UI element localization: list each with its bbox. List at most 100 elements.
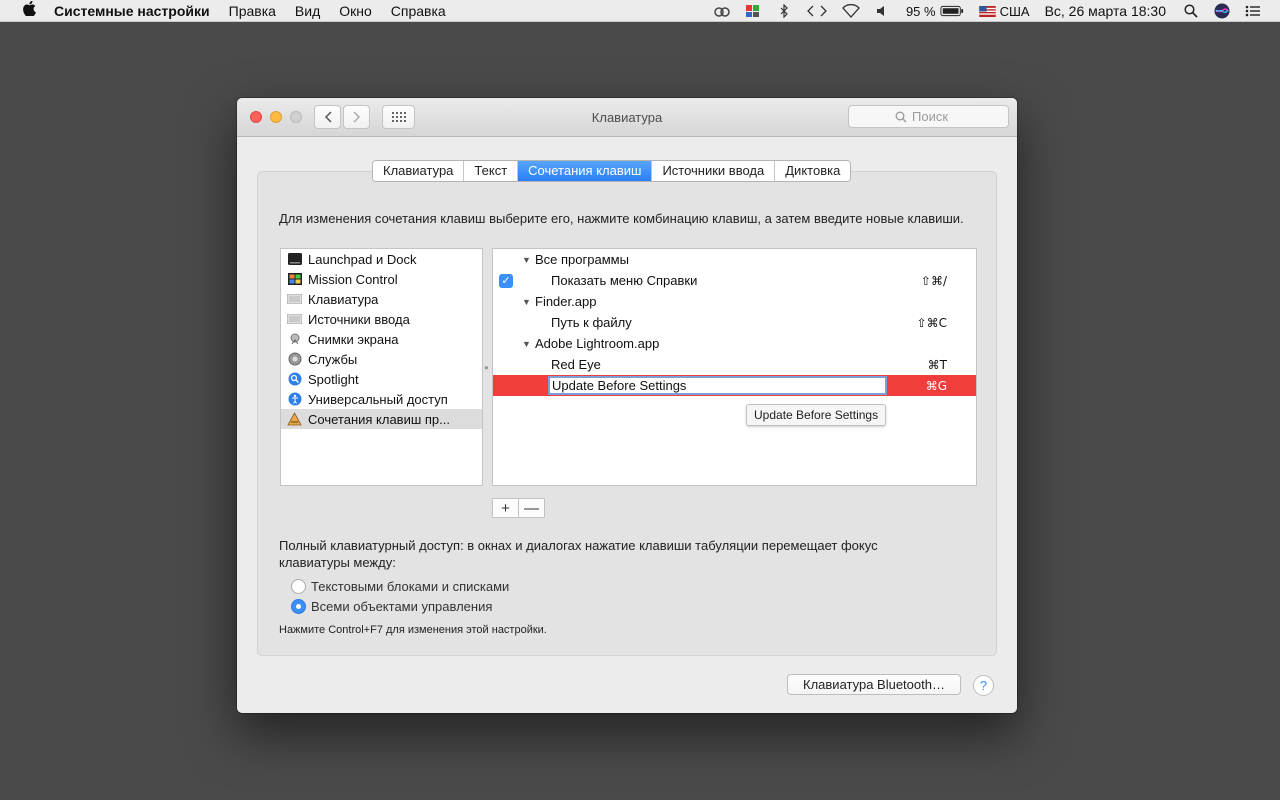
menu-app-name[interactable]: Системные настройки [54,3,210,19]
bluetooth-keyboard-button[interactable]: Клавиатура Bluetooth… [787,674,961,695]
menu-bar: Системные настройки Правка Вид Окно Спра… [0,0,1280,22]
menu-help[interactable]: Справка [391,3,446,19]
creative-cloud-icon[interactable] [714,4,730,18]
siri-icon[interactable] [1214,3,1230,19]
tooltip: Update Before Settings [746,404,887,426]
category-label: Универсальный доступ [308,391,448,407]
color-sync-icon[interactable] [745,4,761,18]
category-services[interactable]: Службы [281,349,482,369]
shortcut-group-all-apps[interactable]: ▼ Все программы [493,249,976,270]
shortcut-row-red-eye[interactable]: Red Eye ⌘T [493,354,976,375]
category-label: Launchpad и Dock [308,251,417,267]
menu-window[interactable]: Окно [339,3,372,19]
menu-edit[interactable]: Правка [229,3,276,19]
input-source[interactable]: США [978,3,1030,19]
help-button[interactable]: ? [973,675,994,696]
spotlight-icon [287,372,302,387]
category-spotlight[interactable]: Spotlight [281,369,482,389]
keyboard-icon [287,292,302,307]
category-label: Снимки экрана [308,331,399,347]
app-shortcuts-icon [287,412,302,427]
title-bar: Клавиатура [237,98,1017,137]
radio-button[interactable] [291,578,306,594]
shortcut-group-finder[interactable]: ▼ Finder.app [493,291,976,312]
tab-text[interactable]: Текст [464,161,519,181]
category-mission-control[interactable]: Mission Control [281,269,482,289]
radio-all-controls[interactable]: Всеми объектами управления [291,597,492,615]
radio-text-boxes-lists[interactable]: Текстовыми блоками и списками [291,577,509,595]
category-list[interactable]: Launchpad и Dock Mission Control Клавиат… [280,248,483,486]
tab-input-sources[interactable]: Источники ввода [652,161,776,181]
remove-shortcut-button[interactable]: — [518,498,545,518]
accessibility-icon [287,392,302,407]
volume-icon[interactable] [875,4,891,18]
category-label: Клавиатура [308,291,379,307]
tab-keyboard[interactable]: Клавиатура [373,161,465,181]
search-icon [895,111,907,122]
disclosure-triangle-icon[interactable]: ▼ [522,339,531,349]
clock[interactable]: Вс, 26 марта 18:30 [1045,3,1166,19]
category-label: Mission Control [308,271,398,287]
battery-percent: 95 % [905,3,936,19]
keyboard-preferences-window: Клавиатура Клавиатура Текст Сочетания кл… [237,98,1017,713]
wifi-icon[interactable] [842,4,860,18]
shortcut-label: Red Eye [551,357,601,372]
category-label: Сочетания клавиш пр... [308,411,450,427]
category-label: Службы [308,351,358,367]
shortcut-row-update-before-settings[interactable]: ⌘G [493,375,976,396]
category-label: Spotlight [308,371,359,387]
category-app-shortcuts[interactable]: Сочетания клавиш пр... [281,409,482,429]
gear-icon [287,352,302,367]
group-label: Adobe Lightroom.app [535,336,660,351]
group-label: Finder.app [535,294,597,309]
instructions-text: Для изменения сочетания клавиш выберите … [279,211,964,226]
disclosure-triangle-icon[interactable]: ▼ [522,255,531,265]
apple-menu-icon[interactable] [18,0,40,20]
shortcut-keys[interactable]: ⌘G [926,379,947,393]
tab-dictation[interactable]: Диктовка [775,161,851,181]
splitter-handle[interactable]: ● [484,363,489,372]
radio-label: Текстовыми блоками и списками [311,578,510,594]
keyboard-icon [287,312,302,327]
shortcut-row-path-to-file[interactable]: Путь к файлу ⇧⌘C [493,312,976,333]
shortcut-keys[interactable]: ⇧⌘C [917,316,947,330]
control-f7-note: Нажмите Control+F7 для изменения этой на… [279,624,547,636]
notification-center-icon[interactable] [1245,4,1261,18]
group-label: Все программы [535,252,629,267]
tab-bar: Клавиатура Текст Сочетания клавиш Источн… [372,160,852,182]
input-source-label: США [999,3,1030,19]
search-field[interactable] [848,105,1009,128]
category-launchpad-dock[interactable]: Launchpad и Dock [281,249,482,269]
radio-label: Всеми объектами управления [311,598,493,614]
spotlight-search-icon[interactable] [1183,4,1199,18]
screenshot-icon [287,332,302,347]
shortcut-row-show-help[interactable]: ✓ Показать меню Справки ⇧⌘/ [493,270,976,291]
shortcut-label: Показать меню Справки [551,273,698,288]
mission-control-icon [287,272,302,287]
radio-button-selected[interactable] [291,598,306,614]
shortcut-list[interactable]: ▼ Все программы ✓ Показать меню Справки … [492,248,977,486]
add-shortcut-button[interactable]: + [492,498,519,518]
category-input-sources[interactable]: Источники ввода [281,309,482,329]
shortcut-label: Путь к файлу [551,315,632,330]
shortcut-name-input[interactable] [548,376,887,395]
tab-shortcuts[interactable]: Сочетания клавиш [518,161,653,181]
menu-view[interactable]: Вид [295,3,320,19]
category-keyboard[interactable]: Клавиатура [281,289,482,309]
full-keyboard-access-text: Полный клавиатурный доступ: в окнах и ди… [279,538,878,570]
us-flag-icon [978,5,996,17]
shortcut-keys[interactable]: ⇧⌘/ [921,274,947,288]
shortcut-group-lightroom[interactable]: ▼ Adobe Lightroom.app [493,333,976,354]
code-icon[interactable] [807,4,827,18]
search-input[interactable] [912,109,962,124]
category-label: Источники ввода [308,311,410,327]
bluetooth-icon[interactable] [776,4,792,18]
launchpad-icon [287,252,302,267]
category-screenshots[interactable]: Снимки экрана [281,329,482,349]
enabled-checkbox[interactable]: ✓ [499,274,513,288]
shortcut-keys[interactable]: ⌘T [928,358,947,372]
battery-icon [940,5,963,17]
category-accessibility[interactable]: Универсальный доступ [281,389,482,409]
battery-status[interactable]: 95 % [906,4,964,19]
disclosure-triangle-icon[interactable]: ▼ [522,297,531,307]
